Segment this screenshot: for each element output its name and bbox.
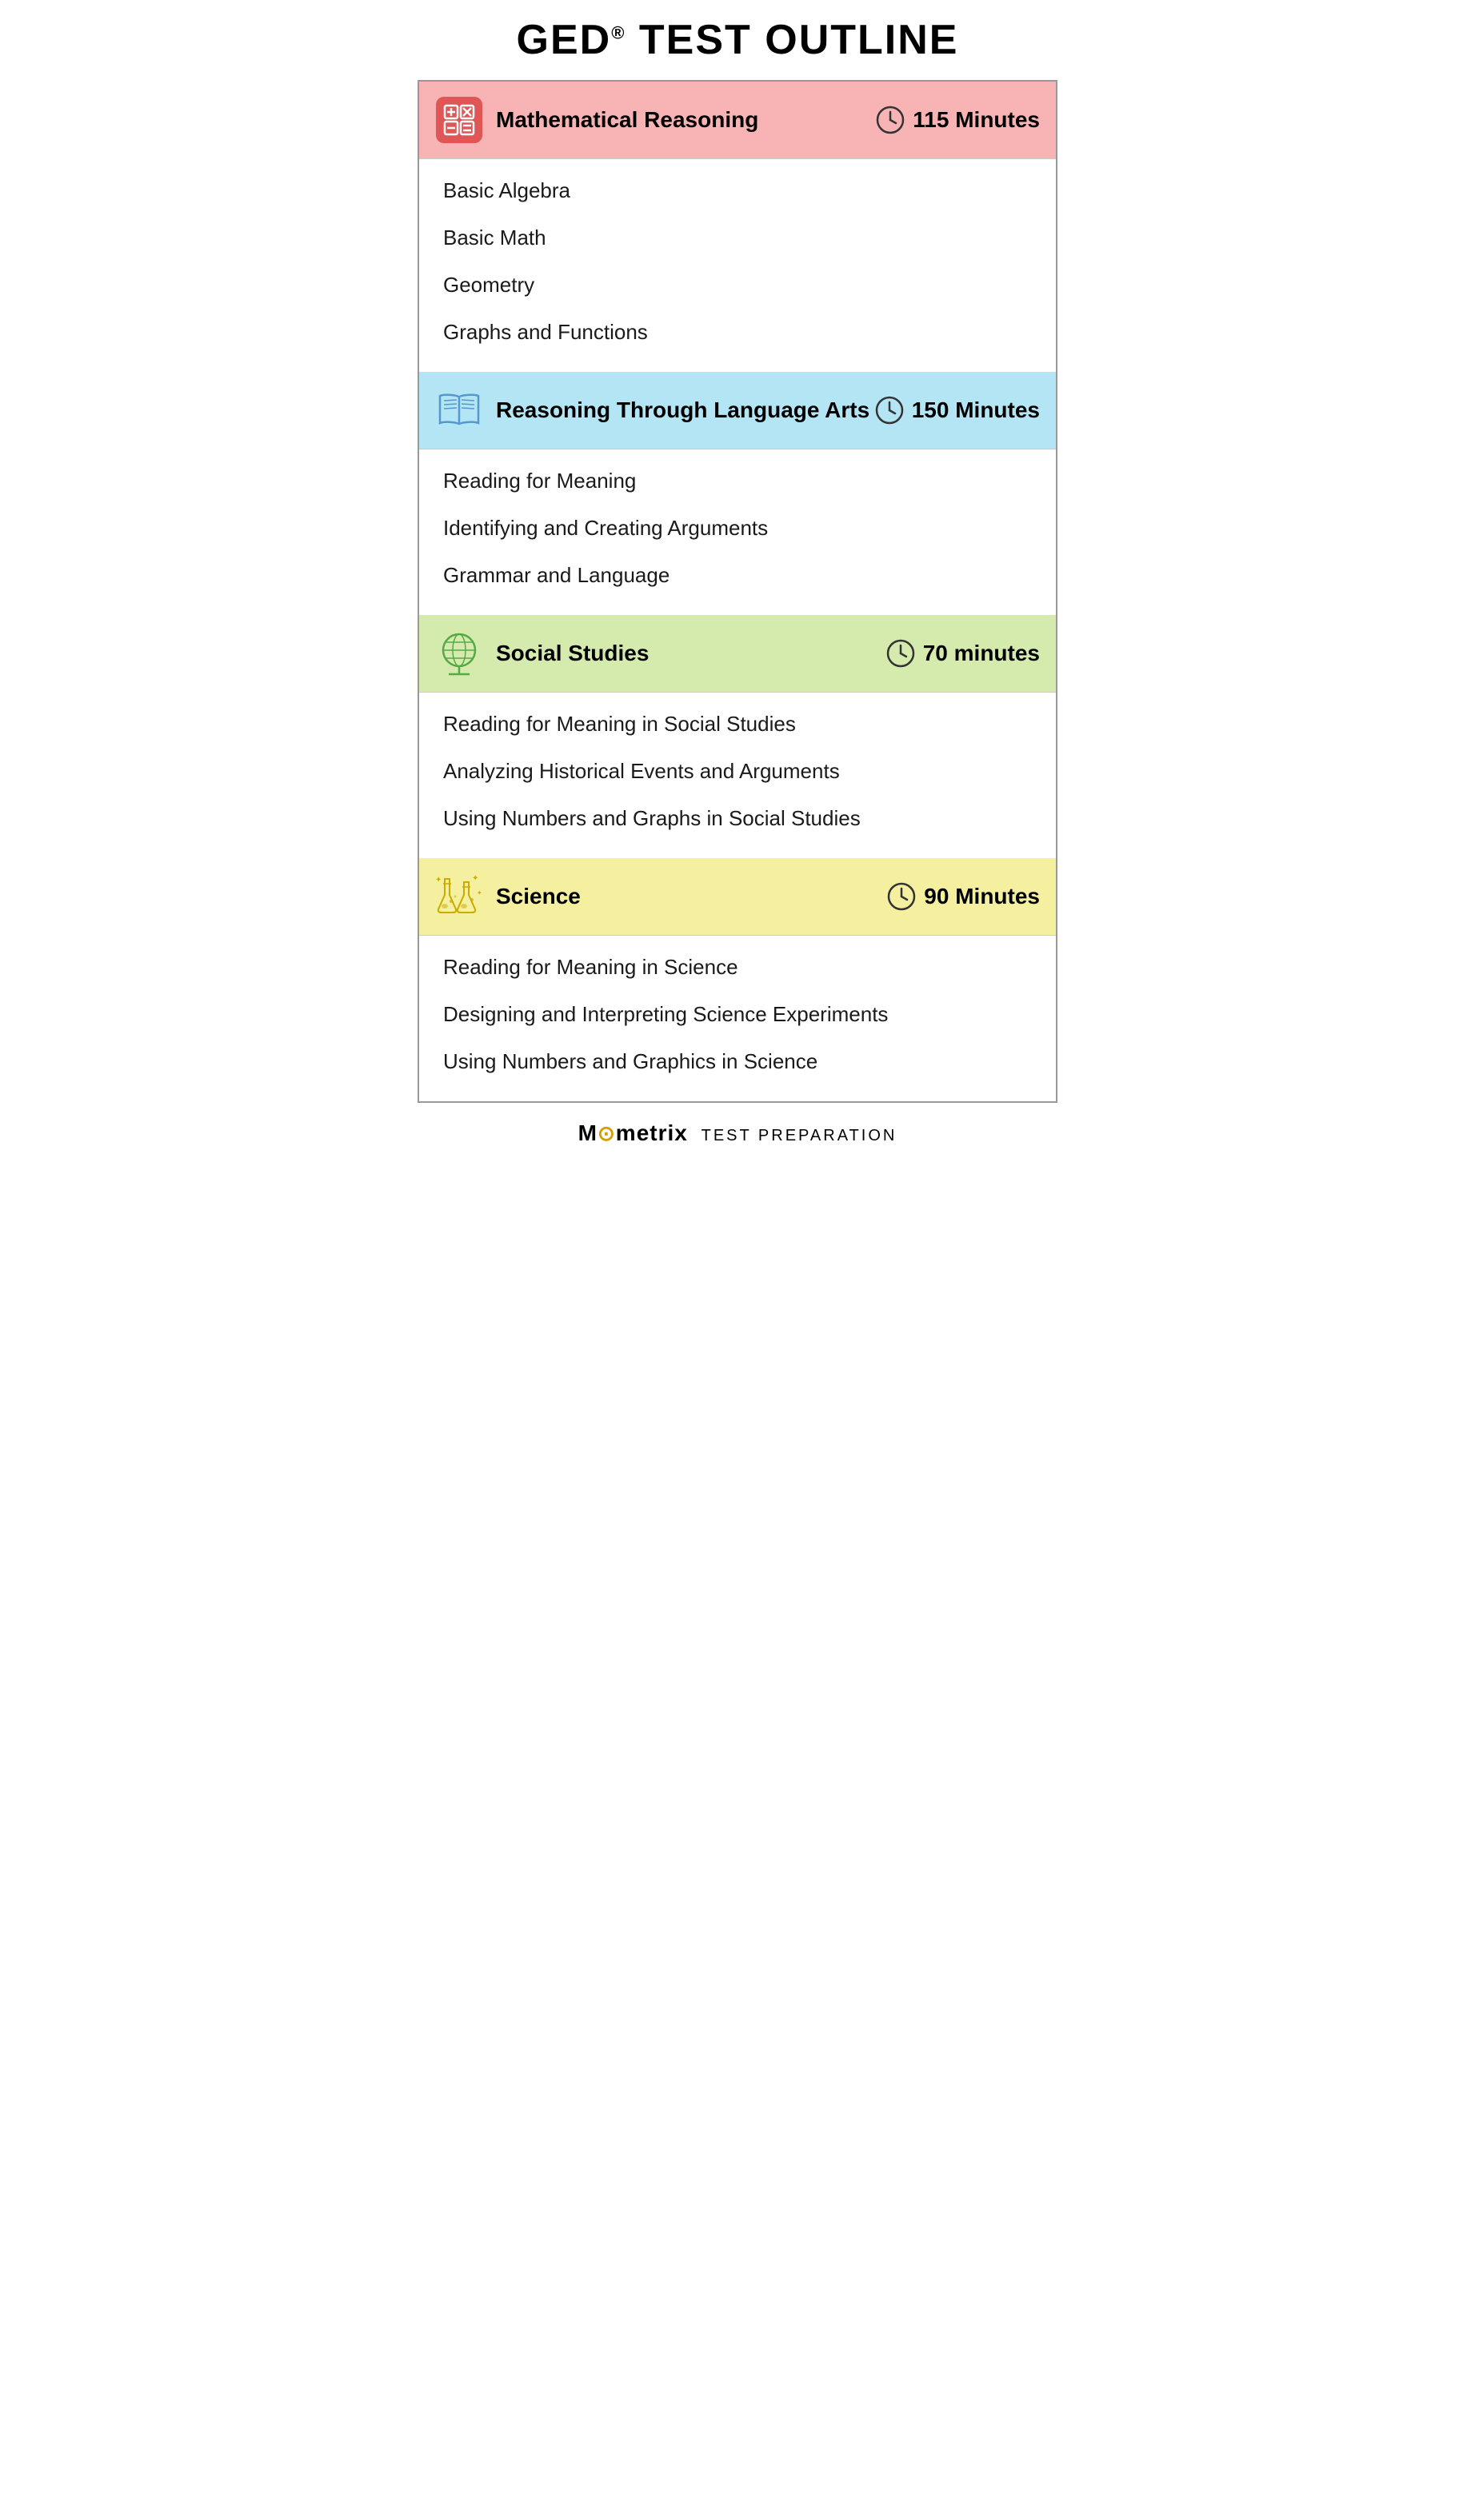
list-item: Designing and Interpreting Science Exper… <box>443 991 1032 1038</box>
ss-header-left: Social Studies <box>435 629 649 677</box>
math-body: Basic Algebra Basic Math Geometry Graphs… <box>419 159 1056 372</box>
sci-clock-icon <box>887 882 916 911</box>
rla-time: 150 Minutes <box>875 396 1040 425</box>
svg-text:✦: ✦ <box>435 876 442 885</box>
ss-clock-icon <box>886 639 915 668</box>
ss-title: Social Studies <box>496 640 649 667</box>
rla-icon <box>435 386 483 434</box>
section-math: Mathematical Reasoning 115 Minutes Basic… <box>419 82 1056 372</box>
sci-header-left: ✦ ✦ ✦ Science <box>435 873 581 921</box>
math-title: Mathematical Reasoning <box>496 106 758 134</box>
math-header-left: Mathematical Reasoning <box>435 96 758 144</box>
sci-title: Science <box>496 883 581 910</box>
sci-time-label: 90 Minutes <box>924 884 1040 909</box>
sci-icon: ✦ ✦ ✦ <box>435 873 483 921</box>
list-item: Analyzing Historical Events and Argument… <box>443 748 1032 795</box>
globe-icon <box>436 629 482 677</box>
list-item: Basic Algebra <box>443 167 1032 214</box>
brand-checkmark: ⊙ <box>598 1121 616 1145</box>
ss-icon <box>435 629 483 677</box>
math-icon <box>435 96 483 144</box>
calculator-icon <box>443 104 475 136</box>
page-title: GED® TEST OUTLINE <box>418 16 1057 64</box>
title-rest: TEST OUTLINE <box>626 17 958 63</box>
ss-time-label: 70 minutes <box>923 641 1040 666</box>
rla-title: Reasoning Through Language Arts <box>496 397 869 424</box>
calculator-icon-bg <box>436 97 482 143</box>
brand-tagline: TEST PREPARATION <box>702 1127 897 1144</box>
rla-header: Reasoning Through Language Arts 150 Minu… <box>419 372 1056 449</box>
list-item: Using Numbers and Graphs in Social Studi… <box>443 795 1032 842</box>
title-registered: ® <box>611 23 626 43</box>
svg-text:✦: ✦ <box>477 889 482 897</box>
ss-time: 70 minutes <box>886 639 1040 668</box>
book-icon <box>436 389 482 431</box>
rla-header-left: Reasoning Through Language Arts <box>435 386 869 434</box>
brand-m: M <box>578 1120 598 1145</box>
rla-body: Reading for Meaning Identifying and Crea… <box>419 449 1056 615</box>
math-clock-icon <box>876 106 905 134</box>
list-item: Reading for Meaning in Social Studies <box>443 701 1032 748</box>
list-item: Geometry <box>443 262 1032 309</box>
list-item: Using Numbers and Graphics in Science <box>443 1038 1032 1085</box>
sci-body: Reading for Meaning in Science Designing… <box>419 936 1056 1101</box>
section-sci: ✦ ✦ ✦ Science 90 Minutes Reading for Mea… <box>419 858 1056 1101</box>
math-time: 115 Minutes <box>876 106 1040 134</box>
list-item: Basic Math <box>443 214 1032 262</box>
rla-clock-icon <box>875 396 904 425</box>
list-item: Graphs and Functions <box>443 309 1032 356</box>
title-ged: GED <box>517 17 612 63</box>
ss-body: Reading for Meaning in Social Studies An… <box>419 693 1056 858</box>
brand-name: M⊙metrix <box>578 1120 695 1145</box>
list-item: Grammar and Language <box>443 552 1032 599</box>
section-ss: Social Studies 70 minutes Reading for Me… <box>419 615 1056 858</box>
list-item: Reading for Meaning in Science <box>443 944 1032 991</box>
sci-header: ✦ ✦ ✦ Science 90 Minutes <box>419 858 1056 936</box>
ss-header: Social Studies 70 minutes <box>419 615 1056 693</box>
rla-time-label: 150 Minutes <box>912 397 1040 423</box>
list-item: Identifying and Creating Arguments <box>443 505 1032 552</box>
math-header: Mathematical Reasoning 115 Minutes <box>419 82 1056 159</box>
science-icon: ✦ ✦ ✦ <box>435 873 483 921</box>
sci-time: 90 Minutes <box>887 882 1040 911</box>
math-time-label: 115 Minutes <box>913 107 1040 133</box>
list-item: Reading for Meaning <box>443 457 1032 505</box>
section-rla: Reasoning Through Language Arts 150 Minu… <box>419 372 1056 615</box>
brand-rest: metrix <box>616 1120 688 1145</box>
outline-container: Mathematical Reasoning 115 Minutes Basic… <box>418 80 1057 1103</box>
footer: M⊙metrix TEST PREPARATION <box>418 1120 1057 1146</box>
svg-text:✦: ✦ <box>472 874 478 883</box>
